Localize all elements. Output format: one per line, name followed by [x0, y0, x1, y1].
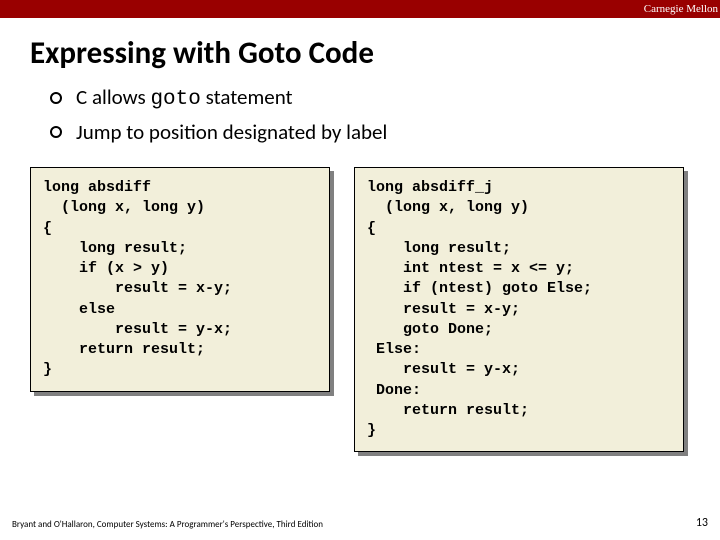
bullet-item: Jump to position designated by label — [50, 119, 690, 145]
bullet-list: C allows goto statement Jump to position… — [50, 84, 690, 145]
footer: Bryant and O'Hallaron, Computer Systems:… — [12, 516, 708, 530]
bullet-item: C allows goto statement — [50, 84, 690, 111]
header-bar: Carnegie Mellon — [0, 0, 720, 18]
institution-label: Carnegie Mellon — [644, 3, 718, 15]
bullet-code: goto — [150, 88, 200, 111]
footer-credit: Bryant and O'Hallaron, Computer Systems:… — [12, 519, 323, 530]
bullet-text: C allows goto statement — [76, 84, 293, 111]
code-box-goto: long absdiff_j (long x, long y) { long r… — [354, 167, 684, 452]
bullet-text: Jump to position designated by label — [76, 119, 387, 145]
code-area: long absdiff (long x, long y) { long res… — [30, 167, 690, 452]
code-box-original: long absdiff (long x, long y) { long res… — [30, 167, 330, 392]
slide-content: Expressing with Goto Code C allows goto … — [0, 18, 720, 452]
page-number: 13 — [696, 516, 708, 530]
bullet-post: statement — [201, 84, 293, 110]
page-title: Expressing with Goto Code — [30, 34, 690, 72]
bullet-icon — [50, 126, 62, 138]
bullet-pre: C allows — [76, 84, 150, 110]
bullet-pre: Jump to position designated by label — [76, 119, 387, 145]
bullet-icon — [50, 92, 62, 104]
